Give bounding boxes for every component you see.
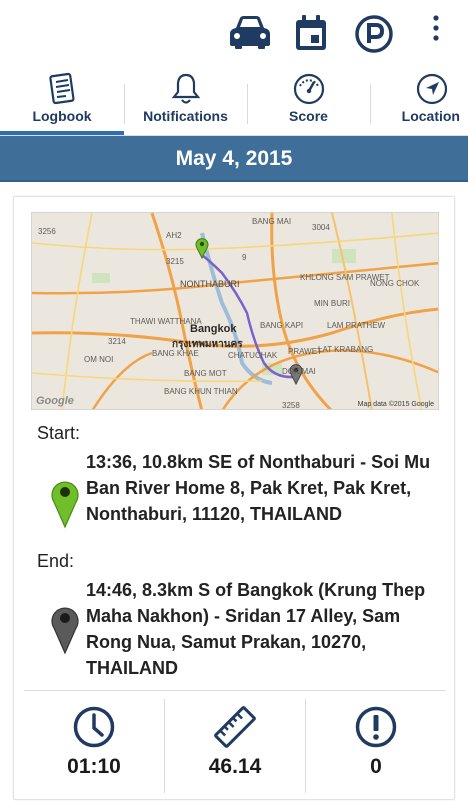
map-road-label: AH2 bbox=[166, 231, 182, 240]
map-road-label: 9 bbox=[242, 253, 247, 262]
map-label: BANG KHUN THIAN bbox=[164, 387, 238, 396]
map-label: BANG KAPI bbox=[260, 321, 304, 330]
calendar-icon[interactable] bbox=[294, 14, 328, 52]
tab-label: Logbook bbox=[32, 108, 92, 124]
distance-value: 46.14 bbox=[208, 755, 262, 778]
map-label: NONG CHOK bbox=[370, 279, 420, 288]
selected-tab-indicator bbox=[0, 131, 124, 135]
end-pin-icon bbox=[51, 607, 79, 655]
end-label: End: bbox=[37, 551, 75, 571]
map-label: BANG KHAE bbox=[152, 349, 199, 358]
tab-bar: Logbook Notifications Score Location bbox=[0, 70, 468, 136]
map-google-logo: Google bbox=[36, 395, 74, 407]
duration-value: 01:10 bbox=[67, 755, 121, 778]
tab-score[interactable]: Score bbox=[247, 70, 370, 136]
map-label: NONTHABURI bbox=[180, 279, 240, 289]
map-label: LAT KRABANG bbox=[318, 345, 374, 354]
stat-duration: 01:10 bbox=[24, 691, 164, 801]
start-label: Start: bbox=[37, 423, 81, 443]
trip-map[interactable]: BANG MAI NONTHABURI Bangkok กรุงเทพมหานค… bbox=[31, 212, 439, 410]
map-label: THAWI WATTHANA bbox=[130, 317, 202, 326]
map-road-label: 3004 bbox=[312, 223, 330, 232]
map-label: CHATUCHAK bbox=[228, 351, 278, 360]
ruler-icon bbox=[214, 706, 256, 748]
alerts-value: 0 bbox=[370, 755, 382, 778]
speedometer-icon bbox=[293, 73, 324, 105]
map-label: BANG MOT bbox=[184, 369, 227, 378]
map-label: DOK MAI bbox=[282, 367, 316, 376]
tab-notifications[interactable]: Notifications bbox=[124, 70, 247, 136]
stat-alerts: 0 bbox=[306, 691, 446, 801]
parking-icon[interactable] bbox=[354, 14, 394, 54]
map-road-label: 3214 bbox=[108, 337, 126, 346]
tab-location[interactable]: Location bbox=[370, 70, 468, 136]
map-label: LAM PRATHEW bbox=[327, 321, 386, 330]
tab-label: Location bbox=[401, 108, 460, 124]
navigation-arrow-icon bbox=[416, 73, 448, 105]
end-address: 14:46, 8.3km S of Bangkok (Krung Thep Ma… bbox=[86, 580, 426, 678]
tab-label: Notifications bbox=[143, 108, 228, 124]
action-bar bbox=[0, 0, 468, 70]
trip-stats: 01:10 46.14 0 bbox=[24, 690, 446, 800]
map-road-label: 3256 bbox=[38, 227, 56, 236]
logbook-icon bbox=[49, 72, 75, 105]
more-vert-icon[interactable] bbox=[426, 14, 446, 42]
alert-icon bbox=[355, 706, 397, 748]
trip-card[interactable]: BANG MAI NONTHABURI Bangkok กรุงเทพมหานค… bbox=[13, 196, 455, 800]
date-header: May 4, 2015 bbox=[0, 136, 468, 182]
map-label: BANG MAI bbox=[252, 217, 292, 226]
map-label: MIN BURI bbox=[314, 299, 350, 308]
clock-icon bbox=[73, 706, 115, 748]
bell-icon bbox=[171, 73, 200, 104]
start-address: 13:36, 10.8km SE of Nonthaburi - Soi Mu … bbox=[86, 452, 431, 524]
date-text: May 4, 2015 bbox=[175, 147, 293, 170]
map-road-label: 3258 bbox=[282, 401, 300, 410]
map-label: PRAWET bbox=[288, 347, 322, 356]
map-attribution: Map data ©2015 Google bbox=[357, 401, 434, 408]
car-icon[interactable] bbox=[228, 14, 272, 50]
map-roads bbox=[32, 213, 438, 409]
map-start-pin-icon bbox=[195, 238, 209, 259]
stat-distance: 46.14 bbox=[165, 691, 305, 801]
start-pin-icon bbox=[51, 481, 79, 529]
map-label: OM NOI bbox=[84, 355, 114, 364]
tab-logbook[interactable]: Logbook bbox=[0, 70, 124, 136]
tab-label: Score bbox=[289, 108, 328, 124]
map-road-label: 3215 bbox=[166, 257, 184, 266]
